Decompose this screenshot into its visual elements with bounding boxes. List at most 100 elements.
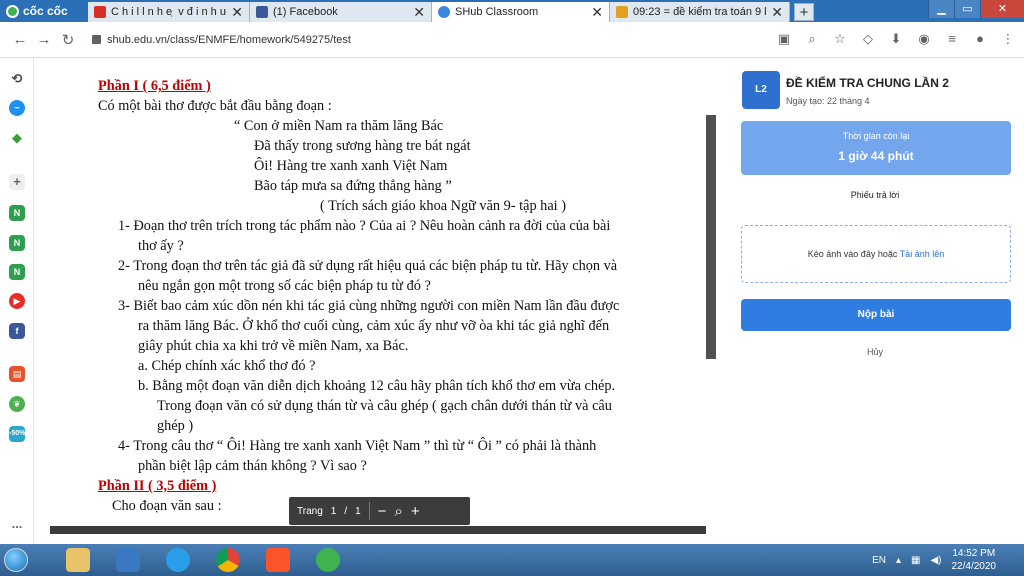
more-vert-icon[interactable]: ⋮ [1000,31,1016,47]
profile-icon[interactable]: ● [972,31,988,47]
shield-icon[interactable]: ◇ [860,31,876,47]
clock-time: 14:52 PM [952,548,996,559]
page-label: Trang [297,505,323,517]
close-icon[interactable]: ✕ [413,4,425,21]
sidebar-sale[interactable]: -50% [9,426,25,442]
question-line: nêu ngắn gọn một trong số các biện pháp … [138,278,431,294]
maximize-icon[interactable]: ▭ [954,0,980,18]
game-icon[interactable]: ◆ [9,130,25,146]
back-icon[interactable]: ← [8,31,32,48]
history-icon[interactable]: ⟲ [9,71,25,87]
start-button[interactable] [0,544,32,576]
tab-music[interactable]: C h i l l n h e ̣ v đ i n h ư ̃ n ✕ [88,2,250,22]
internet-explorer-icon [166,548,190,572]
poem-line: Ôi! Hàng tre xanh xanh Việt Nam [254,158,448,174]
doc-line: Có một bài thơ được bắt đầu bằng đoạn : [98,98,332,114]
clock[interactable]: 14:52 PM 22/4/2020 [952,547,997,573]
sidebar-facebook[interactable]: f [9,323,25,339]
media-icon [116,548,140,572]
extension-icon[interactable]: ◉ [916,31,932,47]
translate-icon[interactable]: ▣ [776,31,792,47]
zoom-in-button[interactable]: + [411,503,420,520]
facebook-icon [256,6,268,18]
messenger-icon[interactable]: ~ [9,100,25,116]
tab-shub-classroom[interactable]: SHub Classroom ✕ [432,2,610,22]
system-tray: EN ▴ ▦ ◀) 14:52 PM 22/4/2020 [872,544,1024,576]
taskbar-brave[interactable] [258,545,298,575]
coccoc-icon [316,548,340,572]
menu-icon[interactable]: ≡ [944,31,960,47]
divider [368,502,370,520]
browser-tab-bar: cốc cốc C h i l l n h e ̣ v đ i n h ư ̃ … [0,0,1024,22]
question-line: thơ ấy ? [138,238,184,254]
sidebar-app-n3[interactable]: N [9,264,25,280]
taskbar-coccoc[interactable] [308,545,348,575]
hoc24-icon [616,6,628,18]
minimize-icon[interactable]: ▁ [928,0,954,18]
download-icon[interactable]: ⬇ [888,31,904,47]
document-page: Phần I ( 6,5 điểm ) Có một bài thơ được … [50,58,706,544]
taskbar-chrome[interactable] [208,545,248,575]
shub-icon [438,6,450,18]
time-left-value: 1 giờ 44 phút [838,149,914,163]
shopping-icon[interactable]: ▤ [9,366,25,382]
zoom-out-button[interactable]: − [378,503,387,520]
page-total: 1 [355,505,361,517]
forward-icon[interactable]: → [32,31,56,48]
tab-facebook[interactable]: (1) Facebook ✕ [250,2,432,22]
sidebar-more[interactable]: ... [9,517,25,536]
window-controls: ▁ ▭ ✕ [928,0,1024,18]
leaf-icon[interactable]: ❦ [9,396,25,412]
exam-title: ĐỀ KIỂM TRA CHUNG LẦN 2 [786,76,949,90]
youtube-icon[interactable]: ▶ [9,293,25,309]
browser-sidebar: ⟲ ~ ◆ + N N N ▶ f ▤ ❦ -50% ... [0,58,34,544]
language-indicator[interactable]: EN [872,555,886,566]
upload-image-link[interactable]: Tải ảnh lên [900,249,945,259]
poem-line: “ Con ở miền Nam ra thăm lăng Bác [234,118,444,134]
page-current[interactable]: 1 [331,506,337,517]
window-close-icon[interactable]: ✕ [980,0,1024,18]
taskbar-explorer[interactable] [58,545,98,575]
question-line: 1- Đoạn thơ trên trích trong tác phẩm nà… [118,218,611,234]
poem-line: Đã thấy trong sương hàng tre bát ngát [254,138,471,154]
brand-label: cốc cốc [23,4,68,18]
zoom-search-icon[interactable]: ⌕ [394,503,402,520]
image-drop-zone[interactable]: Kéo ảnh vào đây hoặc Tải ảnh lên [741,225,1011,283]
pdf-viewer[interactable]: Phần I ( 6,5 điểm ) Có một bài thơ được … [50,58,716,544]
taskbar-ie[interactable] [158,545,198,575]
url-field[interactable]: shub.edu.vn/class/ENMFE/homework/549275/… [92,34,732,46]
sidebar-app-n2[interactable]: N [9,235,25,251]
coccoc-logo-icon [6,4,19,18]
taskbar-media[interactable] [108,545,148,575]
lock-icon [92,35,101,44]
clock-date: 22/4/2020 [951,561,997,572]
tab-title: (1) Facebook [273,6,338,18]
close-icon[interactable]: ✕ [591,4,603,21]
close-icon[interactable]: ✕ [771,4,783,21]
poem-line: Bão táp mưa sa đứng thẳng hàng ” [254,178,452,194]
tray-arrow-icon[interactable]: ▴ [896,555,901,566]
page-separator: / [344,505,348,517]
volume-icon[interactable]: ◀) [930,555,941,566]
bookmark-star-icon[interactable]: ☆ [832,31,848,47]
reload-icon[interactable]: ↻ [56,31,80,49]
sidebar-app-n1[interactable]: N [9,205,25,221]
answer-sheet-label: Phiếu trả lời [850,190,900,200]
question-line: a. Chép chính xác khổ thơ đó ? [138,358,316,374]
document-scrollbar[interactable] [706,115,716,359]
browser-brand[interactable]: cốc cốc [0,0,88,22]
zoom-icon[interactable]: ⌕ [804,31,820,47]
windows-taskbar: EN ▴ ▦ ◀) 14:52 PM 22/4/2020 [0,544,1024,576]
cancel-button[interactable]: Hủy [726,347,1024,357]
network-icon[interactable]: ▦ [911,555,920,566]
new-tab-button[interactable]: + [794,3,814,21]
time-remaining-card: Thời gian còn lại 1 giờ 44 phút [741,121,1011,175]
chrome-icon [216,548,240,572]
add-shortcut-icon[interactable]: + [9,174,25,190]
tab-title: 09:23 = đề kiểm tra toán 9 lần [633,6,767,18]
submit-button[interactable]: Nộp bài [741,299,1011,331]
time-left-label: Thời gian còn lại [842,131,910,141]
tab-math-test[interactable]: 09:23 = đề kiểm tra toán 9 lần ✕ [610,2,790,22]
page-toolbar: Trang 1 / 1 − ⌕ + [289,497,470,525]
close-icon[interactable]: ✕ [231,4,243,21]
